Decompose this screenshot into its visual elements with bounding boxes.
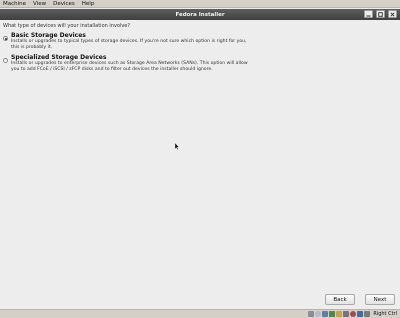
network-icon[interactable] xyxy=(329,311,336,317)
radio-specialized-storage[interactable] xyxy=(3,58,8,63)
option-specialized-storage[interactable]: Specialized Storage Devices Installs or … xyxy=(3,54,395,72)
usb-icon[interactable] xyxy=(322,311,329,317)
installer-content: What type of devices will your installat… xyxy=(3,23,395,76)
window-titlebar[interactable]: Fedora Installer xyxy=(0,9,400,20)
mouse-integration-icon[interactable] xyxy=(364,311,371,317)
radio-basic-storage[interactable] xyxy=(3,36,8,41)
optical-drive-icon[interactable] xyxy=(315,311,322,317)
option-title: Specialized Storage Devices xyxy=(11,54,107,61)
option-title: Basic Storage Devices xyxy=(11,32,86,39)
vm-menubar: Machine View Devices Help xyxy=(0,0,400,8)
status-tray: Right Ctrl xyxy=(308,311,397,317)
option-description-line: Installs or upgrades to enterprise devic… xyxy=(11,61,248,66)
storage-question: What type of devices will your installat… xyxy=(3,23,131,29)
menu-devices[interactable]: Devices xyxy=(53,1,75,7)
display-icon[interactable] xyxy=(343,311,350,317)
maximize-icon[interactable] xyxy=(376,10,385,18)
menu-machine[interactable]: Machine xyxy=(3,1,26,7)
close-icon[interactable] xyxy=(388,10,397,18)
option-description-line: you to add FCoE / iSCSI / zFCP disks and… xyxy=(11,66,213,72)
menu-view[interactable]: View xyxy=(33,1,46,7)
vm-statusbar: Right Ctrl xyxy=(0,309,400,318)
next-button[interactable]: Next xyxy=(365,294,395,305)
menu-help[interactable]: Help xyxy=(82,1,95,7)
shared-folder-icon[interactable] xyxy=(336,311,343,317)
minimize-icon[interactable] xyxy=(364,10,373,18)
option-description-line: this is probably it. xyxy=(11,44,53,50)
window-title: Fedora Installer xyxy=(175,11,225,18)
option-basic-storage[interactable]: Basic Storage Devices Installs or upgrad… xyxy=(3,32,395,50)
back-button[interactable]: Back xyxy=(325,294,355,305)
video-capture-icon[interactable] xyxy=(350,311,357,317)
window-controls xyxy=(364,10,397,18)
hard-disk-icon[interactable] xyxy=(308,311,315,317)
cpu-icon[interactable] xyxy=(357,311,364,317)
mouse-cursor-icon xyxy=(175,143,179,150)
option-description-line: Installs or upgrades to typical types of… xyxy=(11,39,247,44)
host-key-label: Right Ctrl xyxy=(373,311,397,317)
